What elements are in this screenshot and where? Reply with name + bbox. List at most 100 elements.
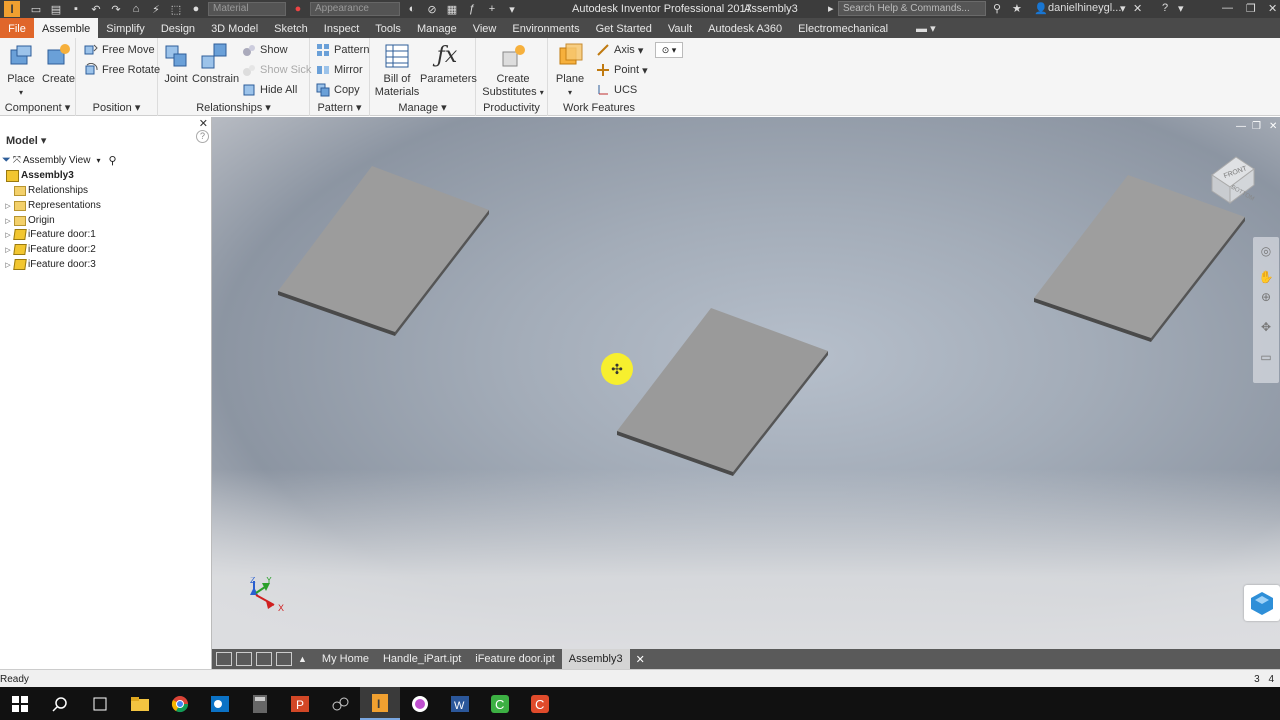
pan-hand-icon[interactable]: ✋ bbox=[1253, 267, 1279, 287]
tree-item-ifeature-door-3[interactable]: ▷ iFeature door:3 bbox=[4, 257, 96, 272]
group-pattern-label[interactable]: Pattern ▾ bbox=[310, 101, 369, 114]
find-binoculars-icon[interactable]: ⚲ bbox=[108, 154, 116, 167]
ribbon-display-toggle-icon[interactable]: ▬ ▾ bbox=[908, 18, 944, 38]
mirror-button[interactable]: Mirror bbox=[316, 62, 363, 78]
camtasia-recorder-icon[interactable]: C bbox=[520, 687, 560, 720]
appearance-sphere-icon[interactable]: ● bbox=[288, 1, 308, 17]
add-icon[interactable]: + bbox=[482, 1, 502, 17]
show-button[interactable]: Show bbox=[242, 42, 288, 58]
joint-button[interactable]: Joint bbox=[162, 42, 190, 86]
place-dropdown-icon[interactable]: ▾ bbox=[19, 88, 23, 97]
word-icon[interactable]: W bbox=[440, 687, 480, 720]
tree-root-assembly[interactable]: Assembly3 bbox=[6, 168, 74, 183]
tab-environments[interactable]: Environments bbox=[504, 18, 587, 38]
select-icon[interactable]: ⬚ bbox=[166, 1, 186, 17]
tab-3d-model[interactable]: 3D Model bbox=[203, 18, 266, 38]
viewport-minimize-icon[interactable]: — bbox=[1236, 121, 1246, 132]
graphics-viewport[interactable]: — ❐ ✕ FRONT BOTTOM ◎ ✋ ⊕ ✥ ▭ ✣ Z Y X bbox=[212, 117, 1280, 649]
tree-item-ifeature-door-1[interactable]: ▷ iFeature door:1 bbox=[4, 227, 96, 242]
ucs-button[interactable]: UCS bbox=[596, 82, 637, 98]
undo-icon[interactable]: ↶ bbox=[86, 1, 106, 17]
create-button[interactable]: Create bbox=[42, 42, 75, 86]
doc-tab-ifeature-door[interactable]: iFeature door.ipt bbox=[468, 649, 562, 669]
free-rotate-button[interactable]: Free Rotate bbox=[84, 62, 160, 78]
tree-item-representations[interactable]: ▷ Representations bbox=[4, 198, 101, 213]
tab-autodesk-a360[interactable]: Autodesk A360 bbox=[700, 18, 790, 38]
close-window-icon[interactable]: ✕ bbox=[1268, 2, 1277, 15]
group-manage-label[interactable]: Manage ▾ bbox=[370, 101, 475, 114]
restore-icon[interactable]: ❐ bbox=[1246, 2, 1256, 15]
place-button[interactable]: Place ▾ bbox=[6, 42, 36, 99]
plane-button[interactable]: Plane ▾ bbox=[554, 42, 586, 99]
chrome-icon[interactable] bbox=[160, 687, 200, 720]
home-icon[interactable]: ⌂ bbox=[126, 1, 146, 17]
axis-button[interactable]: Axis ▾ bbox=[596, 42, 643, 58]
inventor-logo-icon[interactable]: I bbox=[4, 1, 20, 17]
user-icon[interactable]: 👤 bbox=[1034, 2, 1048, 15]
assembly-view-dropdown[interactable]: Assembly View bbox=[23, 155, 91, 166]
new-file-icon[interactable]: ▭ bbox=[26, 1, 46, 17]
tab-electromechanical[interactable]: Electromechanical bbox=[790, 18, 896, 38]
steering-wheel-icon[interactable]: ◎ bbox=[1253, 241, 1279, 261]
snipping-tool-icon[interactable] bbox=[320, 687, 360, 720]
qat-customize-icon[interactable]: ▾ bbox=[502, 1, 522, 17]
tab-simplify[interactable]: Simplify bbox=[98, 18, 153, 38]
favorites-star-icon[interactable]: ★ bbox=[1012, 2, 1022, 15]
create-substitutes-button[interactable]: Create Substitutes ▾ bbox=[482, 42, 544, 99]
help-icon[interactable]: ? bbox=[1162, 2, 1168, 14]
task-view-icon[interactable] bbox=[80, 687, 120, 720]
update-icon[interactable]: ⚡ bbox=[146, 1, 166, 17]
exchange-apps-icon[interactable]: ✕ bbox=[1133, 2, 1142, 15]
document-list-arrow-icon[interactable]: ▲ bbox=[298, 654, 307, 664]
browser-help-icon[interactable]: ? bbox=[196, 130, 209, 143]
windows-start-icon[interactable] bbox=[0, 687, 40, 720]
expand-arrow-icon[interactable]: ▷ bbox=[4, 246, 12, 254]
hide-all-button[interactable]: Hide All bbox=[242, 82, 297, 98]
tab-file[interactable]: File bbox=[0, 18, 34, 38]
expand-arrow-icon[interactable]: ▷ bbox=[4, 217, 12, 225]
tile-windows-icon[interactable] bbox=[236, 652, 252, 666]
help-dropdown-icon[interactable]: ▾ bbox=[1178, 2, 1184, 15]
inventor-taskbar-icon[interactable]: I bbox=[360, 687, 400, 720]
view-dropdown-icon[interactable]: ▾ bbox=[96, 156, 100, 165]
constrain-button[interactable]: Constrain bbox=[192, 42, 239, 86]
create-substitutes-dropdown-icon[interactable]: ▾ bbox=[540, 88, 544, 97]
plane-dropdown-icon[interactable]: ▾ bbox=[568, 88, 572, 97]
free-move-button[interactable]: Free Move bbox=[84, 42, 155, 58]
viewcube[interactable]: FRONT BOTTOM bbox=[1206, 153, 1258, 205]
group-component-label[interactable]: Component ▾ bbox=[0, 101, 75, 114]
user-name[interactable]: danielhineygl... bbox=[1048, 2, 1121, 14]
parameters-fx-icon[interactable]: ƒ bbox=[462, 1, 482, 17]
expand-arrow-icon[interactable]: ▷ bbox=[4, 261, 12, 269]
group-relationships-label[interactable]: Relationships ▾ bbox=[158, 101, 309, 114]
tile-vertical-icon[interactable] bbox=[276, 652, 292, 666]
cascade-windows-icon[interactable] bbox=[216, 652, 232, 666]
doc-tab-my-home[interactable]: My Home bbox=[315, 649, 376, 669]
redo-icon[interactable]: ↷ bbox=[106, 1, 126, 17]
doc-tab-close-icon[interactable]: ✕ bbox=[636, 653, 645, 666]
tab-assemble[interactable]: Assemble bbox=[34, 18, 99, 38]
door-plate-2[interactable] bbox=[617, 308, 828, 476]
file-explorer-icon[interactable] bbox=[120, 687, 160, 720]
group-position-label[interactable]: Position ▾ bbox=[76, 101, 157, 114]
doc-tab-assembly3[interactable]: Assembly3 bbox=[561, 649, 630, 669]
tree-item-origin[interactable]: ▷ Origin bbox=[4, 213, 54, 228]
tab-view[interactable]: View bbox=[465, 18, 505, 38]
calculator-icon[interactable] bbox=[240, 687, 280, 720]
filter-icon[interactable]: ⏷ bbox=[2, 154, 11, 167]
copy-button[interactable]: Copy bbox=[316, 82, 360, 98]
user-dropdown-icon[interactable]: ▾ bbox=[1120, 2, 1126, 15]
tab-vault[interactable]: Vault bbox=[660, 18, 700, 38]
search-arrow-icon[interactable]: ▸ bbox=[828, 2, 834, 15]
save-icon[interactable]: ▪ bbox=[66, 1, 86, 17]
parameters-button[interactable]: ƒx Parameters bbox=[420, 42, 477, 86]
appearance-dropdown[interactable]: Appearance bbox=[310, 2, 400, 16]
door-plate-1[interactable] bbox=[278, 166, 489, 336]
tile-horizontal-icon[interactable] bbox=[256, 652, 272, 666]
doc-tab-handle-ipart[interactable]: Handle_iPart.ipt bbox=[376, 649, 468, 669]
itunes-icon[interactable] bbox=[400, 687, 440, 720]
viewport-close-icon[interactable]: ✕ bbox=[1269, 121, 1277, 132]
camtasia-green-icon[interactable]: C bbox=[480, 687, 520, 720]
share-view-button[interactable] bbox=[1244, 585, 1280, 621]
material-dropdown[interactable]: Material bbox=[208, 2, 286, 16]
